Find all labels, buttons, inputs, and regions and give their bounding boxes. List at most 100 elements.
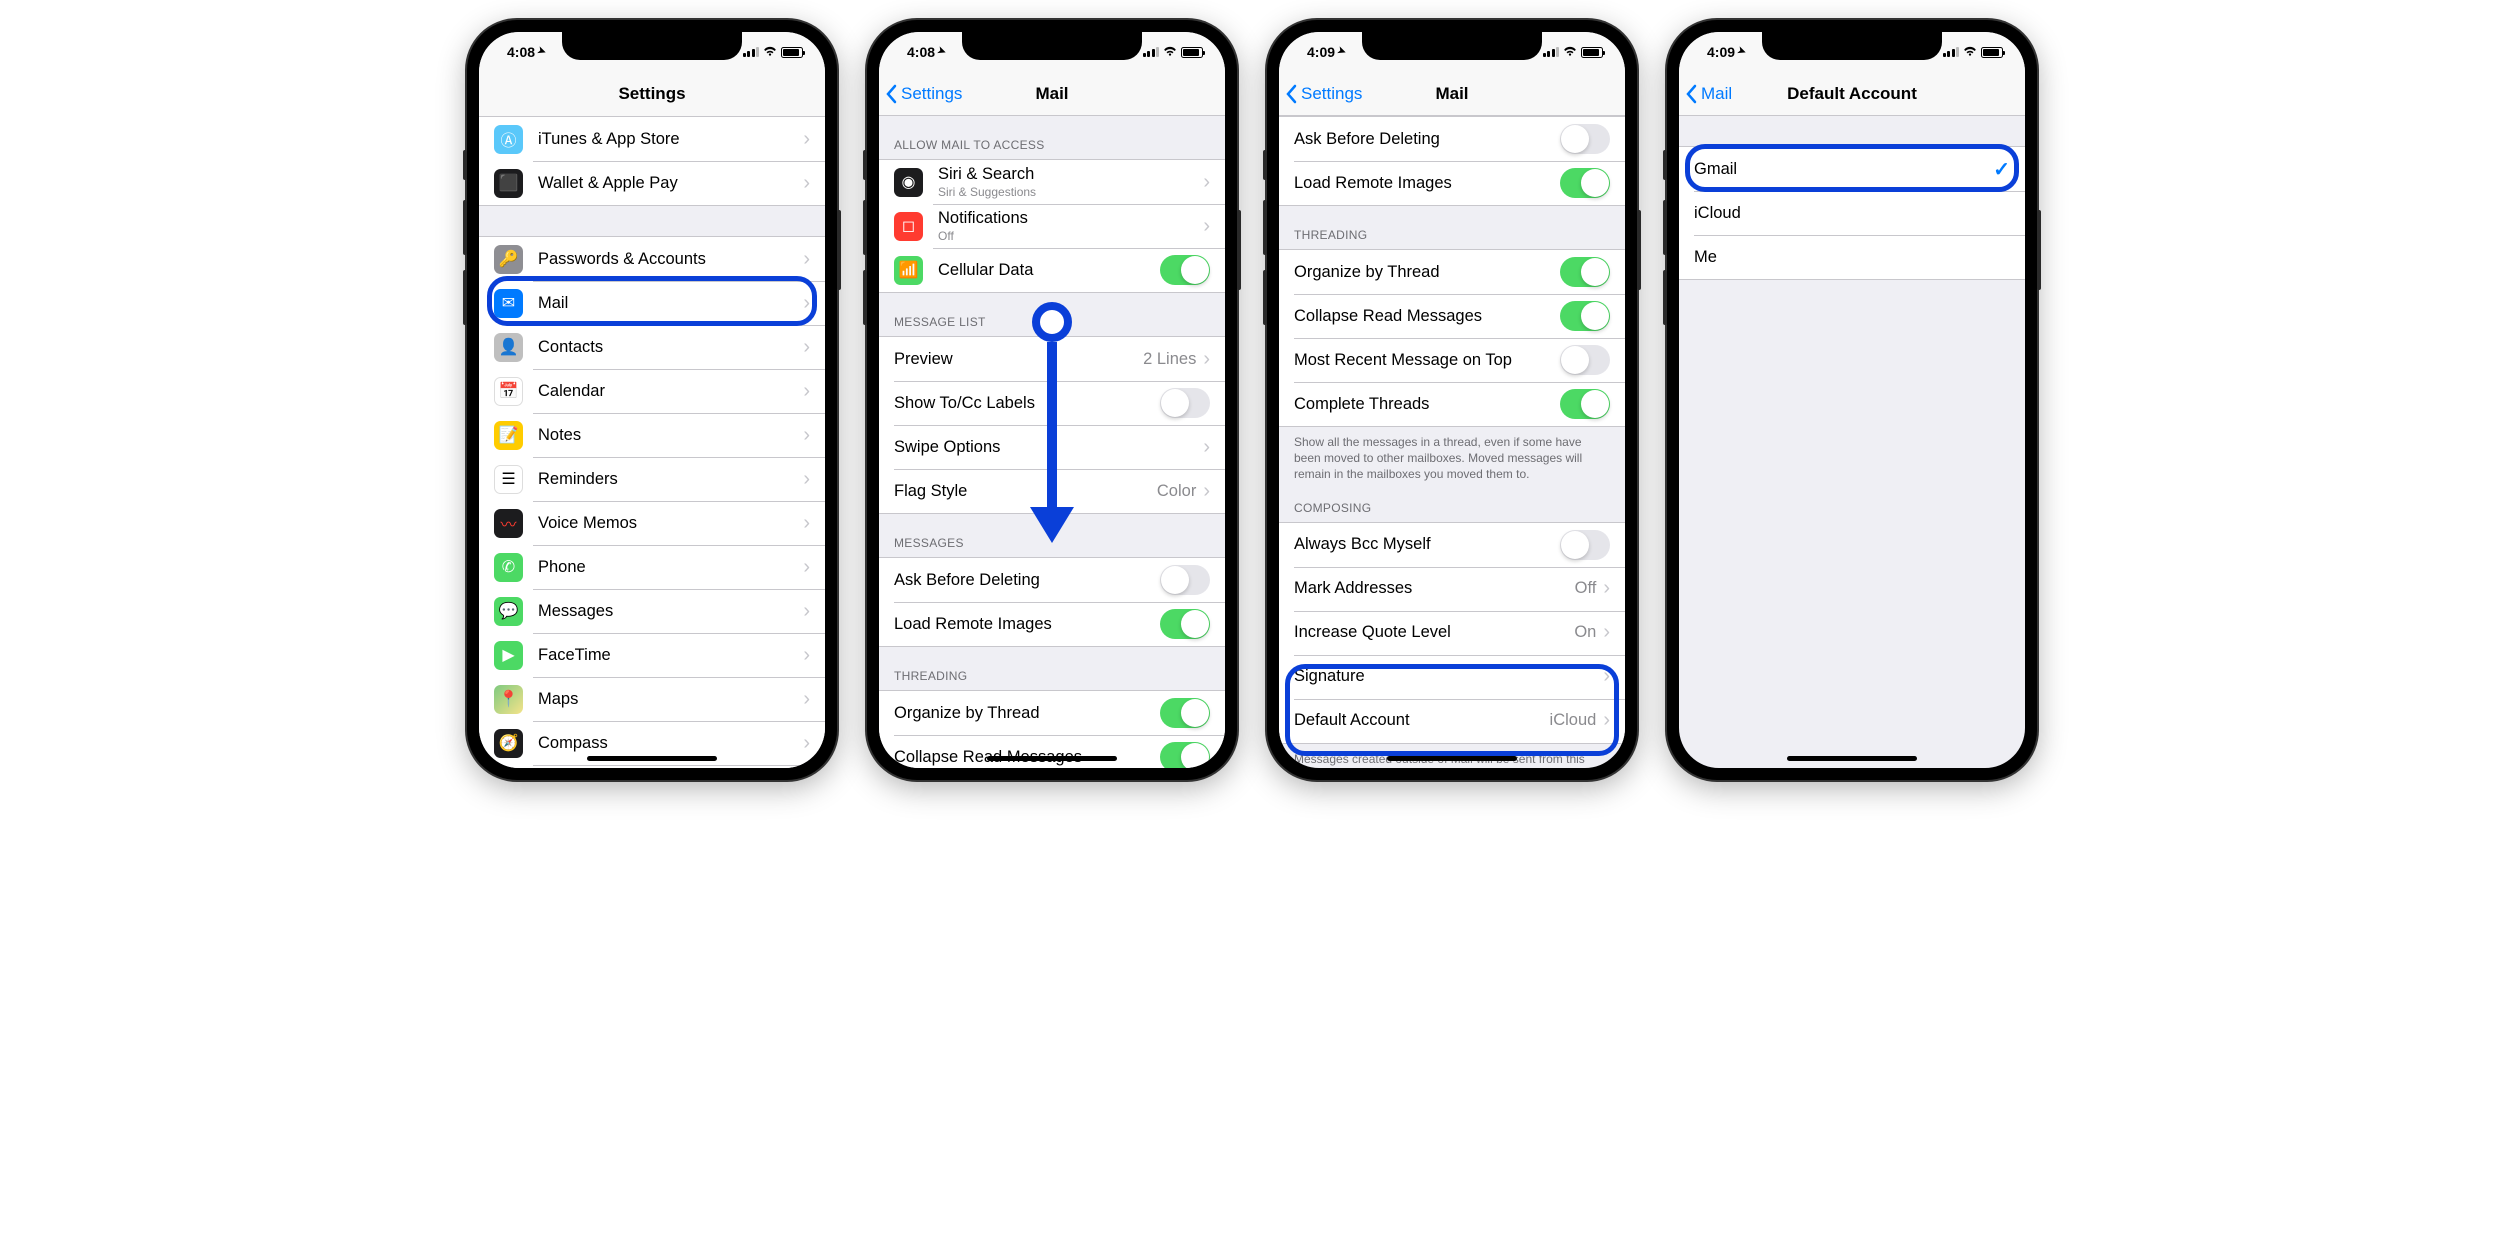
row-itunes[interactable]: ⒶiTunes & App Store› xyxy=(479,117,825,161)
home-indicator[interactable] xyxy=(587,756,717,761)
signal-icon xyxy=(1143,47,1160,57)
chevron-icon: › xyxy=(803,380,810,403)
row-collapse[interactable]: Collapse Read Messages xyxy=(1279,294,1625,338)
toggle-showtocc[interactable] xyxy=(1160,388,1210,418)
chevron-icon: › xyxy=(1203,436,1210,459)
compass-icon: 🧭 xyxy=(494,729,523,758)
battery-icon xyxy=(1181,47,1203,58)
row-loadremote[interactable]: Load Remote Images xyxy=(879,602,1225,646)
chevron-icon: › xyxy=(803,128,810,151)
toggle-collapse[interactable] xyxy=(1560,301,1610,331)
row-default-account[interactable]: Default AccountiCloud› xyxy=(1279,699,1625,743)
phone-1: 4:08➤ Settings ⒶiTunes & App Store› ⬛Wal… xyxy=(467,20,837,780)
chevron-icon: › xyxy=(803,172,810,195)
wifi-icon xyxy=(1563,44,1577,61)
chevron-icon: › xyxy=(1203,348,1210,371)
row-notes[interactable]: 📝Notes› xyxy=(479,413,825,457)
row-incquote[interactable]: Increase Quote LevelOn› xyxy=(1279,611,1625,655)
toggle-complete[interactable] xyxy=(1560,389,1610,419)
toggle-loadremote[interactable] xyxy=(1160,609,1210,639)
row-gmail[interactable]: Gmail✓ xyxy=(1679,147,2025,191)
row-bcc[interactable]: Always Bcc Myself xyxy=(1279,523,1625,567)
row-me[interactable]: Me xyxy=(1679,235,2025,279)
chevron-icon: › xyxy=(803,732,810,755)
row-complete[interactable]: Complete Threads xyxy=(1279,382,1625,426)
row-phone[interactable]: ✆Phone› xyxy=(479,545,825,589)
status-time: 4:08 xyxy=(907,44,935,60)
chevron-icon: › xyxy=(803,688,810,711)
row-notifications[interactable]: ◻NotificationsOff› xyxy=(879,204,1225,248)
row-messages[interactable]: 💬Messages› xyxy=(479,589,825,633)
siri-icon: ◉ xyxy=(894,168,923,197)
toggle-loadremote[interactable] xyxy=(1560,168,1610,198)
home-indicator[interactable] xyxy=(1787,756,1917,761)
row-mark-addr[interactable]: Mark AddressesOff› xyxy=(1279,567,1625,611)
back-button[interactable]: Mail xyxy=(1685,84,1732,104)
home-indicator[interactable] xyxy=(1387,756,1517,761)
phone-4: 4:09➤ Mail Default Account Gmail✓ iCloud… xyxy=(1667,20,2037,780)
row-voicememos[interactable]: 〰Voice Memos› xyxy=(479,501,825,545)
notifications-icon: ◻ xyxy=(894,212,923,241)
chevron-icon: › xyxy=(1603,577,1610,600)
toggle-cellular[interactable] xyxy=(1160,255,1210,285)
row-swipe[interactable]: Swipe Options› xyxy=(879,425,1225,469)
toggle-collapse[interactable] xyxy=(1160,742,1210,768)
row-passwords[interactable]: 🔑Passwords & Accounts› xyxy=(479,237,825,281)
row-facetime[interactable]: ▶FaceTime› xyxy=(479,633,825,677)
phone-3: 4:09➤ Settings Mail Ask Before Deleting … xyxy=(1267,20,1637,780)
chevron-icon: › xyxy=(1603,621,1610,644)
facetime-icon: ▶ xyxy=(494,641,523,670)
battery-icon xyxy=(1581,47,1603,58)
row-calendar[interactable]: 📅Calendar› xyxy=(479,369,825,413)
row-contacts[interactable]: 👤Contacts› xyxy=(479,325,825,369)
row-showtocc[interactable]: Show To/Cc Labels xyxy=(879,381,1225,425)
toggle-organize[interactable] xyxy=(1160,698,1210,728)
battery-icon xyxy=(781,47,803,58)
nav-bar: Mail Default Account xyxy=(1679,72,2025,116)
row-askdel[interactable]: Ask Before Deleting xyxy=(879,558,1225,602)
home-indicator[interactable] xyxy=(987,756,1117,761)
row-organize[interactable]: Organize by Thread xyxy=(1279,250,1625,294)
row-preview[interactable]: Preview2 Lines› xyxy=(879,337,1225,381)
row-measure[interactable]: 📏Measure› xyxy=(479,765,825,768)
section-messages: MESSAGES xyxy=(879,514,1225,557)
row-collapse[interactable]: Collapse Read Messages xyxy=(879,735,1225,768)
page-title: Default Account xyxy=(1787,84,1917,104)
row-reminders[interactable]: ☰Reminders› xyxy=(479,457,825,501)
row-askdel[interactable]: Ask Before Deleting xyxy=(1279,117,1625,161)
back-button[interactable]: Settings xyxy=(885,84,962,104)
chevron-icon: › xyxy=(803,336,810,359)
location-icon: ➤ xyxy=(936,44,948,57)
row-organize[interactable]: Organize by Thread xyxy=(879,691,1225,735)
chevron-icon: › xyxy=(1203,215,1210,238)
maps-icon: 📍 xyxy=(494,685,523,714)
row-loadremote[interactable]: Load Remote Images xyxy=(1279,161,1625,205)
chevron-icon: › xyxy=(1603,665,1610,688)
chevron-icon: › xyxy=(803,512,810,535)
row-wallet[interactable]: ⬛Wallet & Apple Pay› xyxy=(479,161,825,205)
messages-icon: 💬 xyxy=(494,597,523,626)
toggle-askdel[interactable] xyxy=(1560,124,1610,154)
row-flagstyle[interactable]: Flag StyleColor› xyxy=(879,469,1225,513)
chevron-icon: › xyxy=(803,248,810,271)
toggle-recent-top[interactable] xyxy=(1560,345,1610,375)
row-mail[interactable]: ✉︎Mail› xyxy=(479,281,825,325)
row-icloud[interactable]: iCloud xyxy=(1679,191,2025,235)
row-cellular[interactable]: 📶Cellular Data xyxy=(879,248,1225,292)
row-siri[interactable]: ◉Siri & SearchSiri & Suggestions› xyxy=(879,160,1225,204)
notes-icon: 📝 xyxy=(494,421,523,450)
status-time: 4:08 xyxy=(507,44,535,60)
chevron-icon: › xyxy=(803,556,810,579)
toggle-organize[interactable] xyxy=(1560,257,1610,287)
toggle-bcc[interactable] xyxy=(1560,530,1610,560)
chevron-icon: › xyxy=(803,468,810,491)
row-recent-top[interactable]: Most Recent Message on Top xyxy=(1279,338,1625,382)
row-signature[interactable]: Signature› xyxy=(1279,655,1625,699)
chevron-icon: › xyxy=(803,424,810,447)
page-title: Settings xyxy=(618,84,685,104)
back-button[interactable]: Settings xyxy=(1285,84,1362,104)
row-maps[interactable]: 📍Maps› xyxy=(479,677,825,721)
location-icon: ➤ xyxy=(536,44,548,57)
signal-icon xyxy=(1943,47,1960,57)
toggle-askdel[interactable] xyxy=(1160,565,1210,595)
